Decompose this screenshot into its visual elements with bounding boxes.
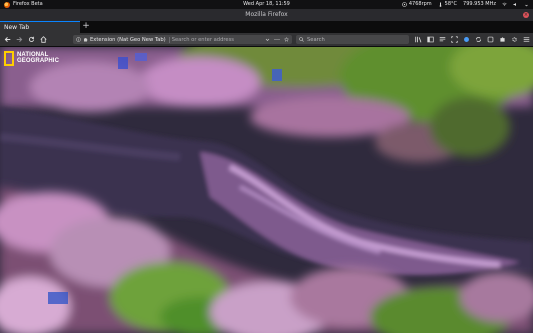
window-close-button[interactable]: × [523,12,529,18]
extension-icon [84,38,88,42]
national-geographic-logo[interactable]: NATIONAL GEOGRAPHIC [4,51,59,66]
system-top-bar: Firefox Beta Wed Apr 18, 11:59 4768rpm 5… [0,0,533,9]
volume-icon[interactable] [513,2,518,7]
address-input[interactable] [171,35,252,44]
page-actions-icon[interactable] [274,37,280,42]
library-icon [414,36,421,43]
tab-new-tab[interactable]: New Tab [0,21,80,33]
sync-button[interactable] [474,35,482,44]
temperature-indicator[interactable]: 58°C [438,0,457,9]
forward-icon [16,37,23,42]
natgeo-yellow-frame-icon [4,51,14,66]
menu-icon [523,37,529,42]
search-input[interactable] [307,35,397,44]
cpu-frequency-value: 799.953 MHz [463,1,496,7]
home-icon [40,36,47,43]
reload-button[interactable] [27,35,36,44]
extension-icon [463,37,469,42]
forward-button[interactable] [15,35,24,44]
extension-button[interactable] [462,35,470,44]
library-button[interactable] [414,35,422,44]
sidebar-button[interactable] [426,35,434,44]
aerial-river-photo [0,47,533,333]
bookmark-star-icon[interactable] [284,37,289,42]
fan-icon [402,2,407,7]
power-menu-icon[interactable] [524,2,529,7]
main-menu-button[interactable] [522,35,530,44]
puzzle-button[interactable] [498,35,506,44]
dropdown-icon[interactable] [265,37,270,42]
search-bar[interactable] [296,35,409,44]
sync-icon [475,36,481,43]
logo-line-2: GEOGRAPHIC [17,58,60,64]
thermometer-icon [439,2,442,7]
navigation-toolbar: Extension (Nat Geo New Tab) [0,33,533,46]
reader-icon [439,37,445,42]
cpu-frequency-indicator[interactable]: 799.953 MHz [463,0,496,9]
reload-icon [29,36,35,42]
network-icon[interactable] [502,2,507,7]
fan-speed-value: 4768rpm [408,1,432,7]
screenshot-icon [450,36,458,43]
addons-icon [487,36,493,43]
window-title-bar[interactable]: Mozilla Firefox × [0,9,533,21]
temperature-value: 58°C [444,1,458,7]
url-identity-label[interactable]: Extension (Nat Geo New Tab) [90,36,170,43]
puzzle-icon [499,37,505,42]
reader-button[interactable] [438,35,446,44]
info-icon[interactable] [76,37,81,42]
new-tab-background-photo: NATIONAL GEOGRAPHIC [0,47,533,333]
tab-label: New Tab [4,24,30,31]
back-icon [4,37,11,42]
sidebar-icon [426,36,434,43]
back-button[interactable] [3,35,12,44]
settings-button[interactable] [510,35,518,44]
tab-strip: New Tab + [0,21,533,33]
window-title: Mozilla Firefox [245,11,288,18]
search-icon [299,37,304,42]
new-tab-button[interactable]: + [80,21,92,33]
addons-button[interactable] [486,35,494,44]
screenshot-button[interactable] [450,35,458,44]
url-bar[interactable]: Extension (Nat Geo New Tab) [73,35,292,44]
gear-icon [511,37,517,42]
fan-speed-indicator[interactable]: 4768rpm [402,0,432,9]
home-button[interactable] [39,35,48,44]
